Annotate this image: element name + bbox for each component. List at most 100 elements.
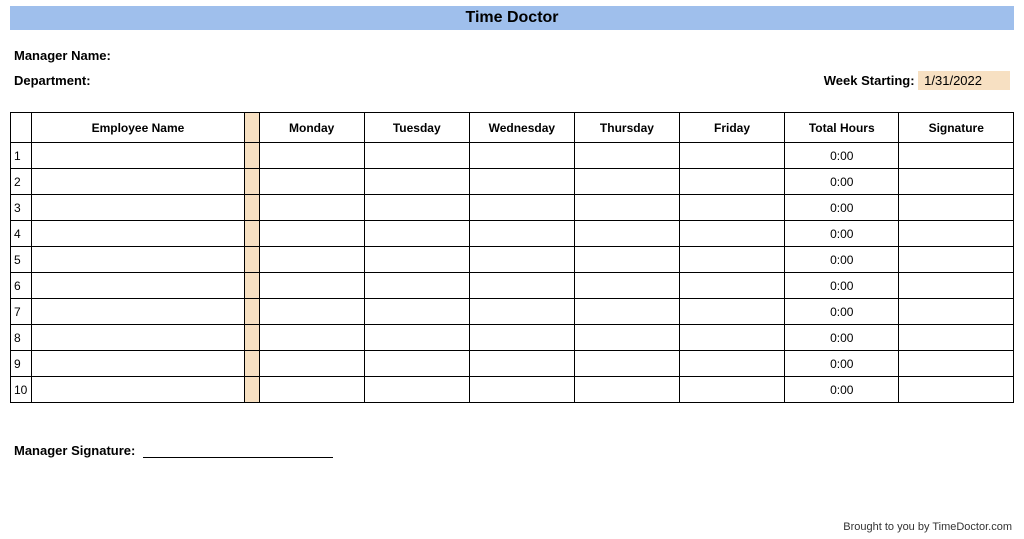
table-row: 1 0:00: [11, 143, 1014, 169]
cell-tuesday[interactable]: [364, 221, 469, 247]
table-row: 20:00: [11, 169, 1014, 195]
cell-employee-name[interactable]: [31, 299, 244, 325]
cell-signature[interactable]: [899, 273, 1014, 299]
cell-friday[interactable]: [679, 169, 784, 195]
cell-tuesday[interactable]: [364, 351, 469, 377]
cell-separator: [245, 169, 260, 195]
cell-total-hours: 0:00: [785, 221, 899, 247]
cell-monday[interactable]: [259, 169, 364, 195]
cell-signature[interactable]: [899, 351, 1014, 377]
cell-friday[interactable]: [679, 299, 784, 325]
cell-thursday[interactable]: [574, 325, 679, 351]
row-index: 5: [11, 247, 32, 273]
cell-thursday[interactable]: [574, 247, 679, 273]
cell-tuesday[interactable]: [364, 273, 469, 299]
cell-tuesday[interactable]: [364, 325, 469, 351]
cell-wednesday[interactable]: [469, 247, 574, 273]
cell-wednesday[interactable]: [469, 325, 574, 351]
cell-employee-name[interactable]: [31, 169, 244, 195]
cell-employee-name[interactable]: [31, 221, 244, 247]
cell-monday[interactable]: [259, 221, 364, 247]
cell-signature[interactable]: [899, 169, 1014, 195]
cell-wednesday[interactable]: [469, 221, 574, 247]
cell-thursday[interactable]: [574, 273, 679, 299]
row-index: 9: [11, 351, 32, 377]
cell-tuesday[interactable]: [364, 247, 469, 273]
col-signature: Signature: [899, 113, 1014, 143]
cell-wednesday[interactable]: [469, 195, 574, 221]
cell-monday[interactable]: [259, 195, 364, 221]
row-index: 3: [11, 195, 32, 221]
week-starting-wrap: Week Starting: 1/31/2022: [824, 71, 1010, 90]
cell-monday[interactable]: [259, 247, 364, 273]
cell-friday[interactable]: [679, 143, 784, 169]
cell-employee-name[interactable]: [31, 377, 244, 403]
cell-employee-name[interactable]: [31, 143, 244, 169]
table-row: 90:00: [11, 351, 1014, 377]
cell-separator: [245, 377, 260, 403]
cell-thursday[interactable]: [574, 351, 679, 377]
cell-friday[interactable]: [679, 377, 784, 403]
cell-employee-name[interactable]: [31, 273, 244, 299]
cell-wednesday[interactable]: [469, 299, 574, 325]
cell-monday[interactable]: [259, 299, 364, 325]
cell-employee-name[interactable]: [31, 325, 244, 351]
cell-separator: [245, 195, 260, 221]
cell-monday[interactable]: [259, 143, 364, 169]
cell-total-hours: 0:00: [785, 143, 899, 169]
cell-signature[interactable]: [899, 377, 1014, 403]
cell-signature[interactable]: [899, 325, 1014, 351]
cell-separator: [245, 143, 260, 169]
cell-wednesday[interactable]: [469, 273, 574, 299]
cell-separator: [245, 299, 260, 325]
cell-monday[interactable]: [259, 273, 364, 299]
cell-friday[interactable]: [679, 351, 784, 377]
col-separator: [245, 113, 260, 143]
table-row: 5 0:00: [11, 247, 1014, 273]
cell-employee-name[interactable]: [31, 247, 244, 273]
cell-signature[interactable]: [899, 299, 1014, 325]
cell-total-hours: 0:00: [785, 247, 899, 273]
cell-thursday[interactable]: [574, 169, 679, 195]
row-index: 1: [11, 143, 32, 169]
cell-thursday[interactable]: [574, 377, 679, 403]
cell-tuesday[interactable]: [364, 195, 469, 221]
cell-monday[interactable]: [259, 351, 364, 377]
cell-thursday[interactable]: [574, 299, 679, 325]
cell-tuesday[interactable]: [364, 169, 469, 195]
cell-monday[interactable]: [259, 377, 364, 403]
cell-wednesday[interactable]: [469, 143, 574, 169]
col-total-hours: Total Hours: [785, 113, 899, 143]
header-row: Employee Name Monday Tuesday Wednesday T…: [11, 113, 1014, 143]
cell-signature[interactable]: [899, 143, 1014, 169]
cell-total-hours: 0:00: [785, 299, 899, 325]
cell-friday[interactable]: [679, 325, 784, 351]
footer-text: Brought to you by TimeDoctor.com: [843, 521, 1012, 533]
week-starting-value[interactable]: 1/31/2022: [918, 71, 1010, 90]
cell-friday[interactable]: [679, 247, 784, 273]
signature-underline[interactable]: [143, 444, 333, 458]
cell-tuesday[interactable]: [364, 299, 469, 325]
cell-tuesday[interactable]: [364, 143, 469, 169]
cell-employee-name[interactable]: [31, 351, 244, 377]
cell-thursday[interactable]: [574, 221, 679, 247]
row-index: 8: [11, 325, 32, 351]
cell-separator: [245, 221, 260, 247]
cell-wednesday[interactable]: [469, 351, 574, 377]
cell-signature[interactable]: [899, 247, 1014, 273]
cell-employee-name[interactable]: [31, 195, 244, 221]
cell-friday[interactable]: [679, 273, 784, 299]
cell-thursday[interactable]: [574, 195, 679, 221]
cell-thursday[interactable]: [574, 143, 679, 169]
cell-friday[interactable]: [679, 221, 784, 247]
cell-friday[interactable]: [679, 195, 784, 221]
cell-total-hours: 0:00: [785, 169, 899, 195]
cell-signature[interactable]: [899, 221, 1014, 247]
cell-monday[interactable]: [259, 325, 364, 351]
cell-tuesday[interactable]: [364, 377, 469, 403]
cell-wednesday[interactable]: [469, 377, 574, 403]
title-bar: Time Doctor: [10, 6, 1014, 30]
cell-wednesday[interactable]: [469, 169, 574, 195]
cell-signature[interactable]: [899, 195, 1014, 221]
cell-total-hours: 0:00: [785, 195, 899, 221]
